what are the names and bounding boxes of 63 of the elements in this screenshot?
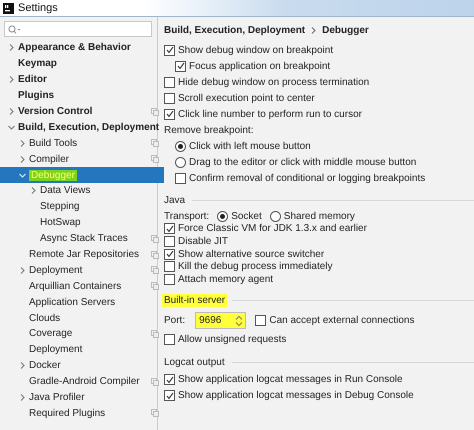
checkbox[interactable]: Disable JIT	[164, 236, 228, 247]
checkbox[interactable]: Attach memory agent	[164, 274, 274, 285]
tree-item[interactable]: Coverage	[0, 326, 164, 342]
checkmark-icon	[166, 110, 174, 118]
window-title: Settings	[18, 2, 58, 14]
checkbox[interactable]: Show alternative source switcher	[164, 248, 324, 260]
radio-button[interactable]: Shared memory	[270, 210, 355, 222]
tree-item[interactable]: Plugins	[0, 88, 164, 104]
checkbox[interactable]: Hide debug window on process termination	[164, 76, 370, 88]
tree-item[interactable]: Editor	[0, 72, 164, 88]
field-label: Remove breakpoint:	[164, 124, 254, 136]
tree-item[interactable]: Data Views	[0, 183, 164, 199]
tree-item[interactable]: Appearance & Behavior	[0, 40, 164, 56]
tree-item[interactable]: Stepping	[0, 198, 164, 215]
breadcrumb-item: Build, Execution, Deployment	[164, 25, 306, 36]
section-title: Built-in server	[162, 294, 228, 307]
tree-item[interactable]: Java Profiler	[0, 390, 164, 406]
search-field[interactable]	[4, 21, 152, 37]
radio-button[interactable]	[175, 140, 186, 152]
tree-item[interactable]: Async Stack Traces	[0, 230, 164, 247]
option-label: Drag to the editor or click with middle mouse button	[189, 156, 416, 168]
tree-item[interactable]: Keymap	[0, 56, 164, 72]
tree-item[interactable]: HotSwap	[0, 214, 164, 231]
tree-item[interactable]: Docker	[0, 358, 164, 374]
checkbox[interactable]: Confirm removal of conditional or logging breakpoints	[175, 172, 426, 184]
chevron-right-icon	[311, 27, 316, 34]
tree-item[interactable]: Version Control	[0, 104, 164, 120]
checkbox[interactable]: Allow unsigned requests	[164, 334, 286, 346]
field-value: 9696	[198, 315, 222, 326]
checkbox[interactable]: Show application logcat messages in Debug Console	[164, 390, 414, 402]
tree-item[interactable]: Build, Execution, Deployment	[0, 119, 164, 136]
checkbox[interactable]: Kill the debug process immediately	[164, 261, 333, 272]
tree-item[interactable]: Application Servers	[0, 294, 164, 310]
radio-button[interactable]: Socket	[217, 210, 262, 222]
tree-item[interactable]: Gradle-Android Compiler	[0, 374, 164, 390]
checkmark-icon	[166, 224, 174, 233]
field-label: Transport:	[164, 210, 210, 222]
section-title: Java	[163, 194, 186, 207]
tree-item[interactable]: Deployment	[0, 262, 164, 278]
tree-item[interactable]: Required Plugins	[0, 405, 164, 422]
field-label: Port:	[164, 315, 186, 326]
checkbox[interactable]: Click line number to perform run to cursor	[164, 108, 362, 120]
checkbox[interactable]: Focus application on breakpoint	[175, 60, 330, 72]
tree-item[interactable]: Arquillian Containers	[0, 278, 164, 294]
checkbox[interactable]: Can accept external connections	[255, 315, 414, 326]
tree-item[interactable]: Remote Jar Repositories	[0, 246, 164, 262]
checkbox[interactable]: Show application logcat messages in Run Console	[164, 374, 403, 386]
app-icon	[3, 2, 14, 14]
checkmark-icon	[166, 250, 174, 258]
section-title: Logcat output	[163, 356, 226, 369]
search-icon	[8, 24, 21, 34]
breadcrumb-item: Debugger	[322, 25, 369, 36]
tree-item[interactable]: Deployment	[0, 342, 164, 358]
tree-item[interactable]: Compiler	[0, 151, 164, 168]
port-field[interactable]: 9696	[195, 312, 246, 330]
checkbox[interactable]: Show debug window on breakpoint	[164, 44, 334, 56]
radio-button[interactable]	[175, 156, 186, 168]
spinner-arrows-icon	[235, 314, 244, 327]
option-label: Click with left mouse button	[189, 140, 311, 152]
tree-item[interactable]: Clouds	[0, 310, 164, 326]
tree-item[interactable]: Build Tools	[0, 135, 164, 152]
checkbox[interactable]: Scroll execution point to center	[164, 92, 315, 104]
checkbox[interactable]: Force Classic VM for JDK 1.3.x and earlier	[164, 223, 367, 234]
